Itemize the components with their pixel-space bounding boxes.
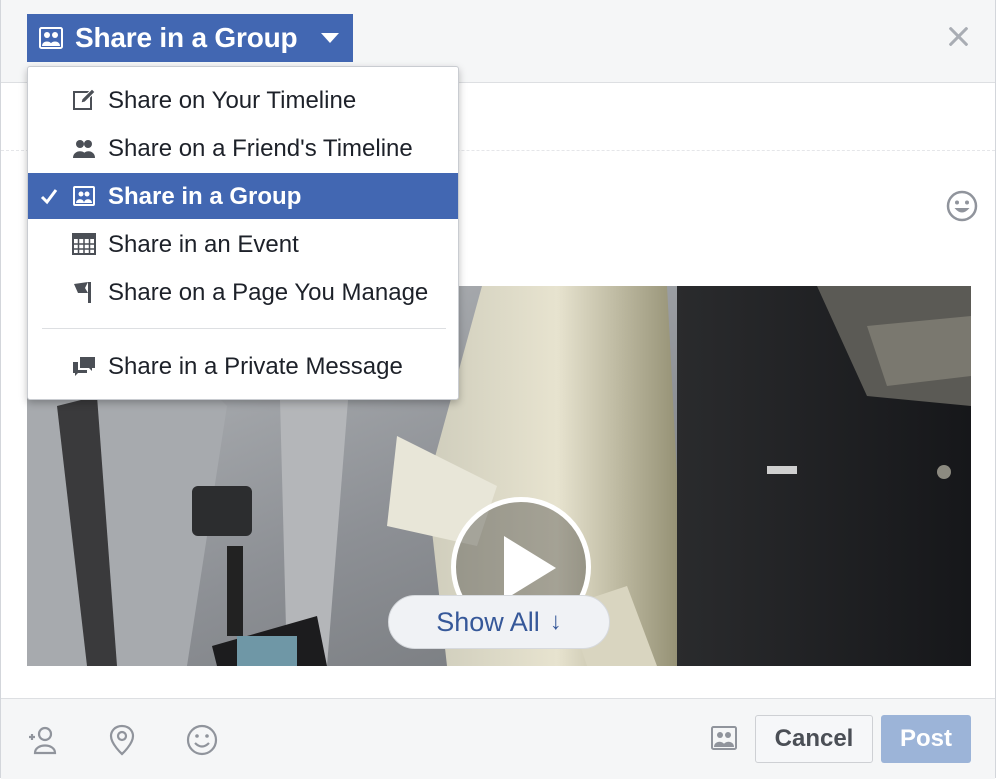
- cancel-button[interactable]: Cancel: [755, 715, 873, 763]
- menu-item-share-event[interactable]: Share in an Event: [28, 221, 458, 267]
- tag-friends-icon[interactable]: [25, 723, 59, 757]
- location-pin-icon[interactable]: [105, 723, 139, 757]
- menu-divider: [42, 328, 446, 329]
- menu-item-label: Share on Your Timeline: [108, 87, 357, 114]
- message-icon: [73, 357, 95, 376]
- share-destination-label: Share in a Group: [75, 22, 298, 53]
- menu-item-share-friend-timeline[interactable]: Share on a Friend's Timeline: [28, 125, 458, 171]
- post-button[interactable]: Post: [881, 715, 971, 763]
- chevron-down-icon: [321, 33, 339, 43]
- menu-item-label: Share on a Friend's Timeline: [108, 135, 413, 162]
- emoji-icon[interactable]: [946, 190, 978, 222]
- flag-icon: [74, 282, 91, 303]
- group-icon: [73, 186, 95, 206]
- menu-item-share-group[interactable]: Share in a Group: [28, 173, 458, 219]
- menu-item-label: Share in a Private Message: [108, 353, 403, 380]
- show-all-label: Show All: [436, 606, 540, 637]
- menu-item-share-timeline[interactable]: Share on Your Timeline: [28, 77, 458, 123]
- share-destination-menu: Share on Your Timeline Share on a Friend…: [27, 66, 459, 400]
- feeling-emoji-icon[interactable]: [185, 723, 219, 757]
- pencil-icon: [73, 88, 96, 110]
- menu-item-label: Share in a Group: [108, 183, 302, 210]
- arrow-down-icon: ↓: [549, 608, 562, 635]
- calendar-icon: [72, 233, 96, 255]
- menu-item-label: Share in an Event: [108, 231, 299, 258]
- menu-item-label: Share on a Page You Manage: [108, 279, 429, 306]
- play-icon: [504, 536, 556, 600]
- dialog-footer: Cancel Post: [1, 698, 995, 779]
- checkmark-icon: [40, 189, 58, 205]
- share-destination-dropdown[interactable]: Share in a Group: [27, 14, 353, 62]
- show-all-button[interactable]: Show All ↓: [388, 595, 610, 649]
- menu-item-share-page[interactable]: Share on a Page You Manage: [28, 269, 458, 315]
- close-icon[interactable]: [943, 22, 973, 52]
- audience-group-icon[interactable]: [711, 725, 737, 751]
- group-icon: [39, 27, 63, 49]
- menu-item-share-message[interactable]: Share in a Private Message: [28, 343, 458, 389]
- friends-icon: [73, 140, 95, 158]
- share-dialog: Share in a Group Show All ↓ Cancel Post …: [0, 0, 996, 779]
